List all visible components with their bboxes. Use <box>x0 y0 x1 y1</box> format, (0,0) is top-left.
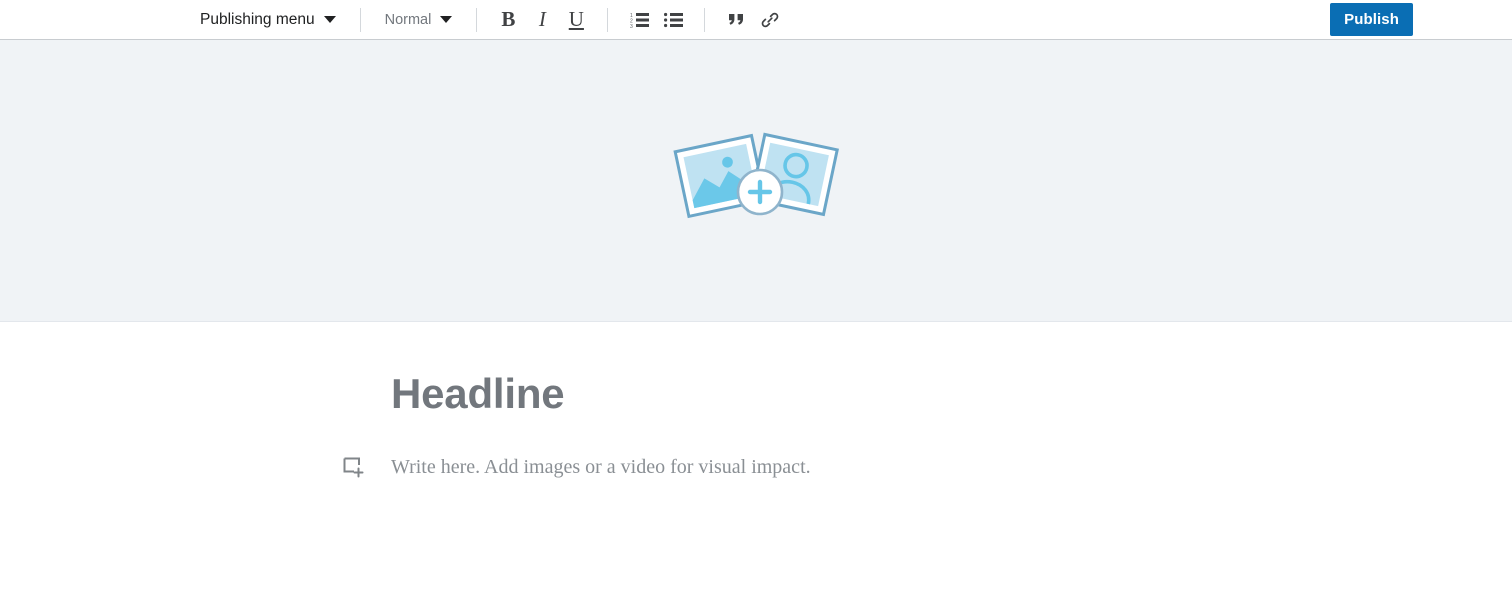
unordered-list-icon <box>663 12 683 27</box>
lead-image-placeholder[interactable] <box>0 40 1512 322</box>
text-format-group: B I U <box>491 0 593 40</box>
add-block-glyph <box>343 457 364 478</box>
add-photos-icon-wrapper <box>668 120 848 230</box>
toolbar-divider-3 <box>607 7 609 32</box>
publish-button[interactable]: Publish <box>1330 3 1413 36</box>
underline-icon: U <box>568 7 584 31</box>
body-paragraph-row: Write here. Add images or a video for vi… <box>343 454 1512 481</box>
toolbar-divider-2 <box>476 7 478 32</box>
quote-icon <box>728 13 743 25</box>
link-button[interactable] <box>753 3 787 37</box>
publishing-menu-button[interactable]: Publishing menu <box>190 4 346 36</box>
publish-button-wrapper: Publish <box>1330 3 1413 36</box>
link-icon <box>762 12 779 27</box>
add-block-icon[interactable] <box>343 457 365 479</box>
unordered-list-button[interactable] <box>656 3 690 37</box>
italic-button[interactable]: I <box>525 3 559 37</box>
publishing-menu-label: Publishing menu <box>200 10 315 28</box>
body-placeholder-text[interactable]: Write here. Add images or a video for vi… <box>391 454 811 481</box>
blockquote-button[interactable] <box>719 3 753 37</box>
bold-icon: B <box>501 7 516 31</box>
headline-placeholder[interactable]: Headline <box>391 322 1512 418</box>
insert-group <box>719 0 787 40</box>
editor-toolbar: Publishing menu Normal B I U 1 2 3 Publi… <box>0 0 1512 40</box>
underline-button[interactable]: U <box>559 3 593 37</box>
article-editor: Headline Write here. Add images or a vid… <box>0 322 1512 482</box>
ordered-list-icon: 1 2 3 <box>630 12 649 28</box>
chevron-down-icon <box>323 16 336 23</box>
toolbar-divider-4 <box>704 7 706 32</box>
paragraph-style-label: Normal <box>384 11 432 28</box>
toolbar-divider-1 <box>359 7 361 32</box>
bold-button[interactable]: B <box>491 3 525 37</box>
list-group: 1 2 3 <box>622 0 690 40</box>
italic-icon: I <box>538 7 546 31</box>
svg-text:3: 3 <box>630 24 633 28</box>
paragraph-style-dropdown[interactable]: Normal <box>375 4 463 36</box>
ordered-list-button[interactable]: 1 2 3 <box>622 3 656 37</box>
chevron-down-icon <box>440 16 453 23</box>
add-photos-icon <box>673 132 839 218</box>
